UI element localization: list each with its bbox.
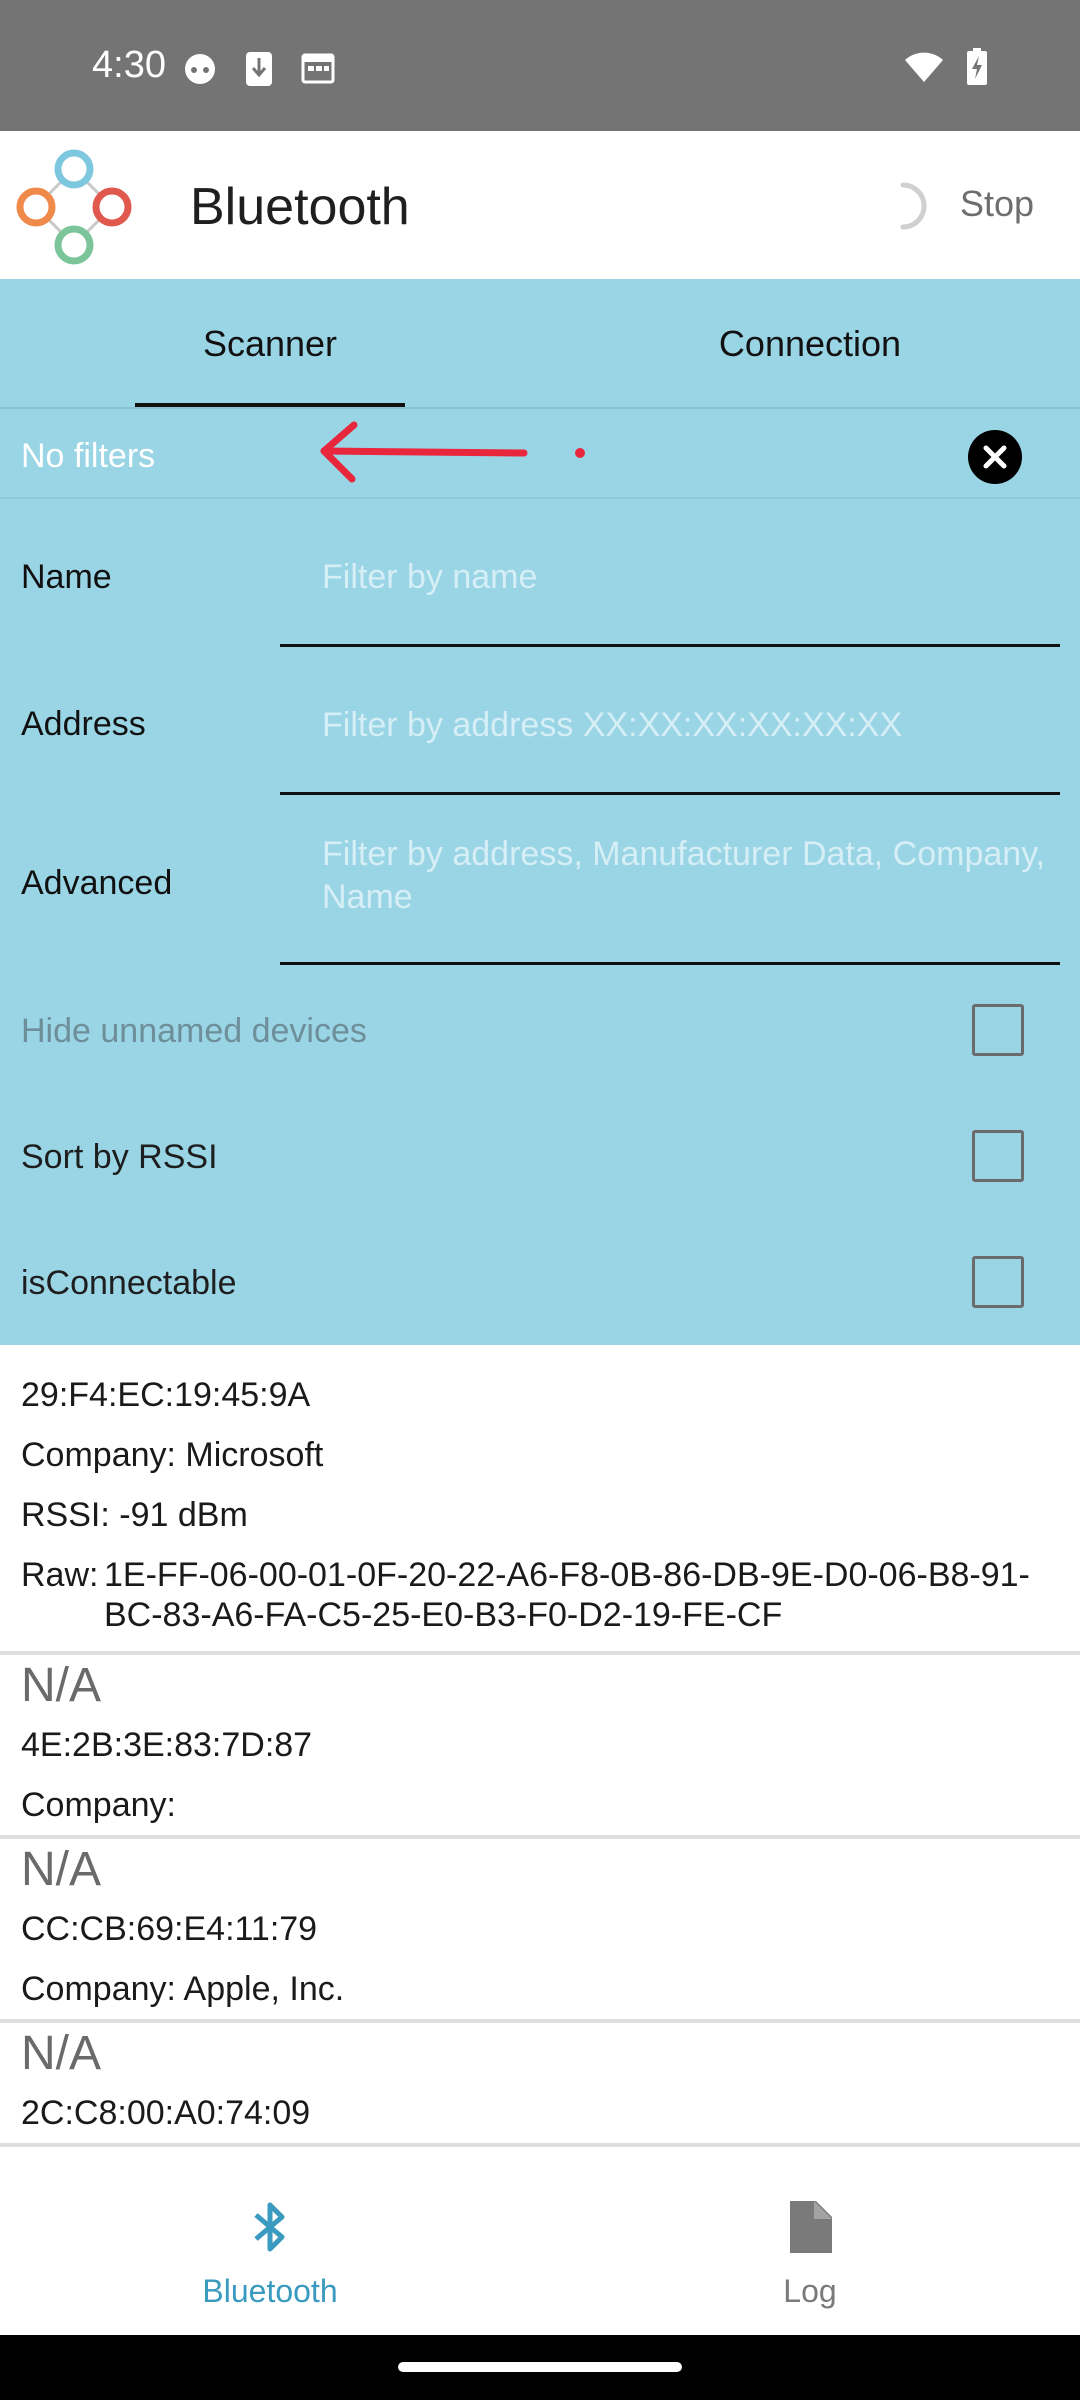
bluetooth-icon (254, 2202, 285, 2252)
address-filter-input[interactable] (280, 659, 1060, 795)
rssi-value: -91 dBm (119, 1496, 248, 1534)
company-label: Company: (21, 1436, 176, 1474)
device-address: 2C:C8:00:A0:74:09 (21, 2094, 311, 2132)
is-connectable-checkbox[interactable] (972, 1256, 1024, 1308)
company-label: Company: (21, 1970, 176, 2008)
app-logo-icon (16, 149, 132, 265)
nav-item-log[interactable]: Log (540, 2165, 1080, 2335)
advanced-filter-input[interactable] (280, 807, 1060, 965)
rssi-label: RSSI: (21, 1496, 110, 1534)
is-connectable-label: isConnectable (21, 1264, 237, 1302)
sort-rssi-label: Sort by RSSI (21, 1138, 218, 1176)
tab-connection[interactable]: Connection (540, 279, 1080, 409)
raw-value: 1E-FF-06-00-01-0F-20-22-A6-F8-0B-86-DB-9… (104, 1556, 1030, 1634)
tab-scanner[interactable]: Scanner (0, 279, 540, 409)
device-address: 4E:2B:3E:83:7D:87 (21, 1726, 313, 1764)
annotation-arrow-icon (320, 421, 585, 483)
battery-charging-icon (967, 48, 987, 85)
download-icon (246, 52, 272, 86)
device-name: N/A (21, 2027, 102, 2080)
filter-summary-bar[interactable]: No filters (0, 409, 1080, 499)
list-item[interactable]: 29:F4:EC:19:45:9A Company: Microsoft RSS… (0, 1345, 1080, 1655)
stop-button[interactable]: Stop (960, 183, 1034, 225)
tab-indicator (135, 403, 405, 407)
company-value: Apple, Inc. (183, 1970, 345, 2008)
app-title: Bluetooth (190, 178, 410, 236)
filter-panel: No filters Name Address Advanced Hide un… (0, 409, 1080, 1345)
address-label: Address (21, 705, 146, 743)
hide-unnamed-checkbox[interactable] (972, 1004, 1024, 1056)
status-time: 4:30 (92, 44, 166, 86)
nav-label-bluetooth: Bluetooth (202, 2273, 338, 2309)
raw-label: Raw: (21, 1556, 99, 1594)
name-label: Name (21, 558, 112, 596)
status-bar: 4:30 (0, 0, 1080, 131)
list-item[interactable]: N/A CC:CB:69:E4:11:79 Company: Apple, In… (0, 1839, 1080, 2023)
gesture-navigation-bar (0, 2335, 1080, 2400)
company-label: Company: (21, 1786, 176, 1824)
device-name: N/A (21, 1843, 102, 1896)
device-address: 29:F4:EC:19:45:9A (21, 1376, 311, 1414)
loading-spinner-icon (900, 182, 927, 230)
notification-cat-icon (185, 54, 215, 84)
filter-summary-text: No filters (21, 437, 156, 475)
file-icon (790, 2201, 832, 2253)
bottom-navigation: Bluetooth Log (0, 2165, 1080, 2335)
company-value: Microsoft (185, 1436, 324, 1474)
hide-unnamed-label: Hide unnamed devices (21, 1012, 367, 1050)
nav-item-bluetooth[interactable]: Bluetooth (0, 2165, 540, 2335)
name-filter-input[interactable] (280, 511, 1060, 647)
tab-bar: Scanner Connection (0, 279, 1080, 409)
device-address: CC:CB:69:E4:11:79 (21, 1910, 318, 1948)
close-icon (983, 445, 1007, 469)
device-list: 29:F4:EC:19:45:9A Company: Microsoft RSS… (0, 1345, 1080, 2165)
nav-label-log: Log (783, 2273, 837, 2309)
clear-filters-button[interactable] (968, 430, 1022, 484)
wifi-icon (905, 52, 943, 82)
sort-rssi-checkbox[interactable] (972, 1130, 1024, 1182)
device-name: N/A (21, 1659, 102, 1712)
app-bar: Bluetooth Stop (0, 131, 1080, 279)
advanced-label: Advanced (21, 864, 173, 902)
list-item[interactable]: N/A 2C:C8:00:A0:74:09 (0, 2023, 1080, 2147)
home-gesture-handle[interactable] (398, 2362, 682, 2372)
calendar-icon (301, 53, 335, 84)
list-item[interactable]: N/A 4E:2B:3E:83:7D:87 Company: (0, 1655, 1080, 1839)
